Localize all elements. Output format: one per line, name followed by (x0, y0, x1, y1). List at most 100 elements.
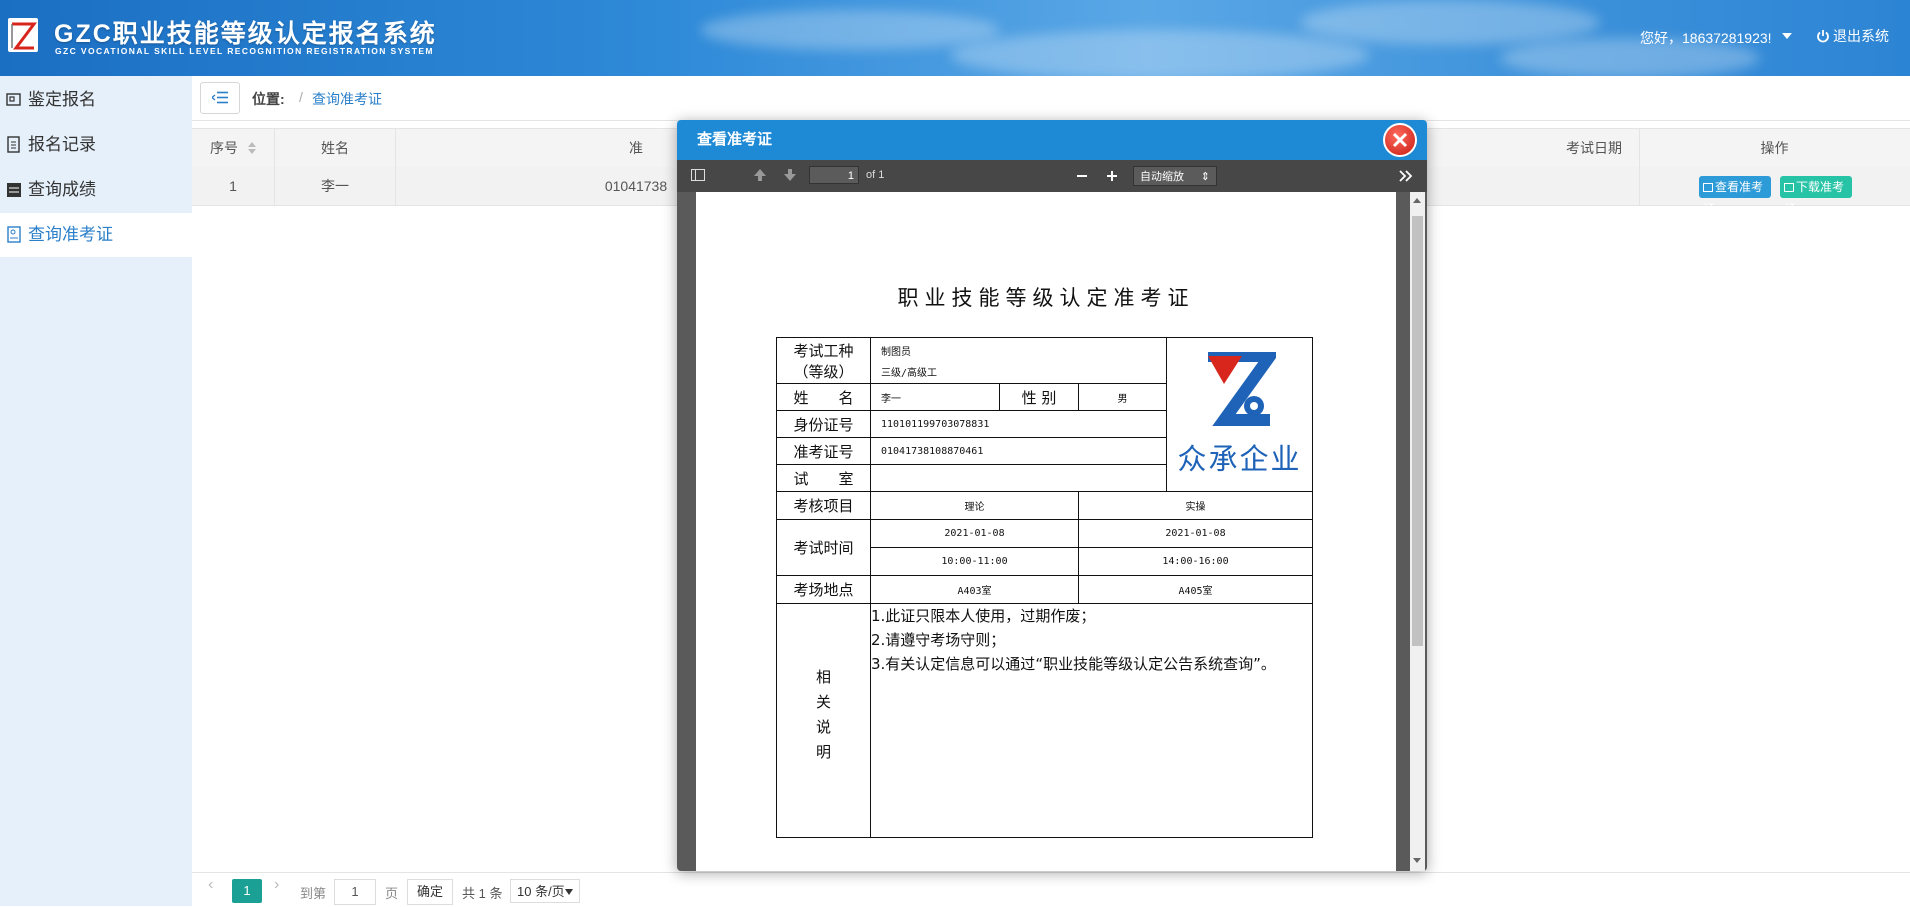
job-type-value-line: 制图员 (881, 346, 911, 358)
sort-icon[interactable] (247, 142, 256, 154)
company-logo-cell: 众承企业 (1166, 337, 1313, 492)
zoom-value: 自动缩放 (1140, 171, 1184, 183)
location-label: 考场地点 (776, 575, 871, 604)
scroll-up-arrow[interactable] (1413, 198, 1421, 203)
pdf-page-input[interactable]: 1 (809, 166, 859, 184)
sidebar: 鉴定报名 报名记录 查询成绩 查询准考证 (0, 76, 192, 906)
page-jump-input[interactable]: 1 (334, 879, 376, 905)
theory-time: 10:00-11:00 (870, 547, 1079, 576)
register-icon (6, 93, 21, 106)
sidebar-item-scores[interactable]: 查询成绩 (0, 168, 192, 212)
sidebar-item-label: 查询准考证 (28, 225, 113, 244)
sidebar-item-label: 查询成绩 (28, 180, 96, 199)
sidebar-item-register[interactable]: 鉴定报名 (0, 78, 192, 122)
page-size-select[interactable]: 10 条/页 (510, 879, 580, 903)
pdf-viewer: 职业技能等级认定准考证 考试工种 （等级） 制图员 三级/高级工 众承企业 姓 … (677, 192, 1427, 871)
pdf-page-count: of 1 (866, 169, 885, 181)
top-header: GZC职业技能等级认定报名系统 GZC VOCATIONAL SKILL LEV… (0, 0, 1910, 76)
exam-time-label: 考试时间 (776, 519, 871, 576)
record-icon (7, 136, 20, 153)
view-icon (1703, 183, 1713, 192)
header-label: 操作 (1760, 140, 1789, 156)
page-button-current[interactable]: 1 (232, 879, 262, 903)
sidebar-toggle-icon[interactable] (691, 168, 705, 182)
score-icon (7, 183, 21, 197)
column-header-exam-date: 考试日期 (1549, 129, 1640, 167)
ticket-icon (7, 226, 21, 243)
total-count: 共 1 条 (462, 886, 503, 901)
modal-title: 查看准考证 (677, 120, 1427, 160)
sidebar-item-label: 报名记录 (28, 135, 96, 154)
zoom-select[interactable]: 自动缩放 ⇕ (1133, 166, 1217, 186)
chevron-right-icon[interactable]: › (274, 876, 279, 894)
room-label: 试 室 (776, 464, 871, 492)
pdf-page: 职业技能等级认定准考证 考试工种 （等级） 制图员 三级/高级工 众承企业 姓 … (696, 192, 1396, 871)
view-ticket-button[interactable]: 查看准考证 (1699, 176, 1771, 216)
menu-toggle-button[interactable] (200, 82, 240, 114)
note-item: 1.此证只限本人使用，过期作废； (871, 607, 1096, 625)
header-label: 考试日期 (1566, 140, 1622, 156)
header-cloud (1300, 0, 1600, 45)
note-item: 3.有关认定信息可以通过“职业技能等级认定公告系统查询”。 (871, 655, 1276, 673)
company-logo-icon (1207, 349, 1282, 426)
logout-label: 退出系统 (1833, 28, 1889, 44)
confirm-button[interactable]: 确定 (407, 879, 453, 905)
ticket-modal: 查看准考证 1 of 1 自动缩放 ⇕ 职业技能等级认定准考证 考试工种 （等级） … (677, 120, 1427, 871)
scrollbar-thumb[interactable] (1412, 216, 1423, 646)
download-ticket-button[interactable]: 下载准考证 (1780, 176, 1852, 216)
breadcrumb-separator: / (299, 89, 303, 105)
ticket-number-label: 准考证号 (776, 437, 871, 465)
practical-date: 2021-01-08 (1078, 519, 1313, 548)
pagination: ‹ 1 › 到第 1 页 确定 共 1 条 10 条/页 (192, 872, 1910, 907)
admission-card-table: 考试工种 （等级） 制图员 三级/高级工 众承企业 姓 名 李一 性 别 男 身… (776, 337, 1313, 838)
sidebar-item-ticket[interactable]: 查询准考证 (0, 213, 192, 257)
header-label: 准 (629, 140, 643, 156)
scroll-down-arrow[interactable] (1413, 858, 1421, 863)
sidebar-item-records[interactable]: 报名记录 (0, 123, 192, 167)
breadcrumb-label: 位置: (252, 91, 285, 107)
cell-exam-date (1549, 167, 1640, 205)
goto-label: 到第 (300, 886, 327, 901)
practical-location: A405室 (1078, 575, 1313, 604)
close-icon (1392, 132, 1408, 148)
theory-date: 2021-01-08 (870, 519, 1079, 548)
id-number-label: 身份证号 (776, 410, 871, 438)
zoom-out-icon[interactable] (1076, 170, 1088, 182)
column-header-name: 姓名 (275, 129, 396, 167)
page-size-value: 10 条/页 (517, 884, 565, 899)
double-chevron-right-icon[interactable] (1399, 170, 1413, 182)
breadcrumb-current[interactable]: 查询准考证 (312, 89, 382, 109)
logout-button[interactable]: 退出系统 (1816, 26, 1889, 46)
theory-location: A403室 (870, 575, 1079, 604)
column-header-index[interactable]: 序号 (192, 129, 275, 167)
menu-fold-icon (212, 91, 228, 104)
job-level-value-line: 三级/高级工 (881, 367, 938, 379)
page-label: 页 (385, 886, 399, 901)
app-logo (8, 18, 38, 52)
gender-label: 性 别 (999, 383, 1079, 411)
arrow-down-icon[interactable] (783, 168, 797, 182)
notes-content: 1.此证只限本人使用，过期作废； 2.请遵守考场守则； 3.有关认定信息可以通过… (870, 603, 1313, 838)
job-type-value: 制图员三级/高级工 (870, 337, 1167, 384)
zoom-in-icon[interactable] (1106, 170, 1118, 182)
chevron-left-icon[interactable]: ‹ (208, 876, 213, 894)
header-cloud (950, 30, 1370, 76)
user-greeting[interactable]: 您好，18637281923! (1640, 28, 1772, 48)
header-label: 姓名 (321, 140, 349, 156)
header-cloud (700, 10, 1000, 50)
pdf-scrollbar[interactable] (1410, 192, 1425, 871)
pdf-toolbar: 1 of 1 自动缩放 ⇕ (677, 160, 1427, 192)
download-icon (1784, 183, 1794, 192)
app-title: GZC职业技能等级认定报名系统 (54, 20, 437, 48)
caret-down-icon (565, 889, 573, 895)
name-value: 李一 (870, 383, 1000, 411)
notes-label-text: 相关说明 (814, 668, 832, 769)
app-subtitle: GZC VOCATIONAL SKILL LEVEL RECOGNITION R… (55, 46, 434, 56)
arrow-up-icon[interactable] (753, 168, 767, 182)
power-icon (1817, 30, 1829, 43)
job-level-label-line: （等级） (793, 362, 854, 381)
close-button[interactable] (1383, 123, 1417, 157)
chevron-down-icon[interactable] (1782, 33, 1792, 39)
company-name: 众承企业 (1177, 441, 1302, 476)
theory-label: 理论 (870, 491, 1079, 520)
